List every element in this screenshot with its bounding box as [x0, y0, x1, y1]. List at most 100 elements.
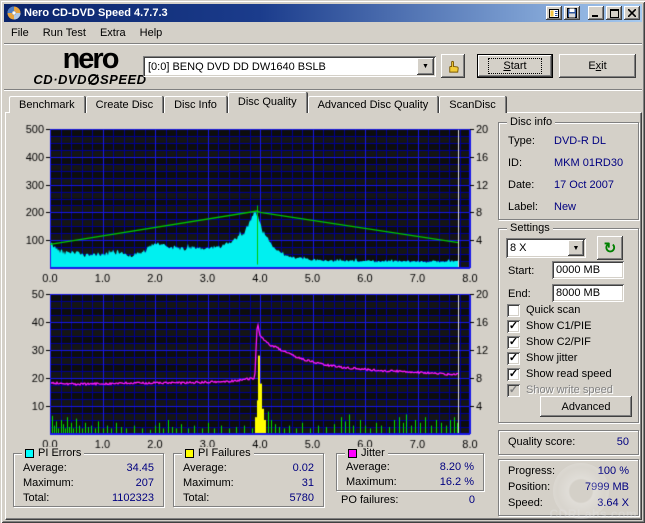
disc-date-label: Date: — [508, 179, 535, 191]
quality-score-row: Quality score: 50 — [508, 436, 629, 448]
show-c2-pif-label: Show C2/PIF — [526, 336, 591, 348]
jitter-maximum-label: Maximum: — [346, 476, 397, 488]
checkbox-quick-scan[interactable]: Quick scan — [507, 303, 580, 317]
refresh-button[interactable]: ↻ — [597, 236, 623, 260]
menu-run-test[interactable]: Run Test — [36, 25, 93, 41]
hand-icon — [448, 60, 459, 73]
jitter-average-value: 8.20 % — [439, 461, 474, 473]
save-icon — [567, 8, 577, 18]
start-field-label: Start: — [508, 265, 535, 277]
jitter-average-row: Average: 8.20 % — [346, 461, 474, 473]
tab-strip: Benchmark Create Disc Disc Info Disc Qua… — [9, 92, 507, 113]
jitter-maximum-row: Maximum: 16.2 % — [346, 476, 474, 488]
scan-speed-select[interactable]: 8 X ▼ — [506, 238, 586, 258]
disc-info-type-row: Type: DVD-R DL — [508, 135, 630, 147]
pi-failures-legend: PI Failures — [182, 447, 254, 459]
eject-tray-button[interactable] — [441, 54, 465, 78]
checkbox-show-c2-pif[interactable]: ✓ Show C2/PIF — [507, 335, 591, 349]
scan-speed-arrow[interactable]: ▼ — [568, 240, 584, 256]
start-button[interactable]: Start — [477, 54, 553, 78]
jitter-average-label: Average: — [346, 461, 390, 473]
show-jitter-label: Show jitter — [526, 352, 578, 364]
quality-score-group: Quality score: 50 — [498, 430, 639, 455]
disc-info-date-row: Date: 17 Oct 2007 — [508, 179, 630, 191]
pi-errors-title: PI Errors — [38, 447, 82, 459]
disc-info-group: Disc info Type: DVD-R DL ID: MKM 01RD30 … — [498, 116, 639, 220]
window-title: Nero CD-DVD Speed 4.7.7.3 — [24, 7, 168, 19]
pi-failures-maximum-row: Maximum: 31 — [183, 477, 314, 489]
checkbox-show-read-speed[interactable]: ✓ Show read speed — [507, 367, 612, 381]
show-write-speed-label: Show write speed — [526, 384, 613, 396]
maximize-button[interactable] — [606, 6, 622, 20]
start-field[interactable] — [552, 261, 624, 279]
drive-select-value: [0:0] BENQ DVD DD DW1640 BSLB — [148, 60, 326, 73]
show-read-speed-checkbox[interactable]: ✓ — [507, 367, 520, 381]
report-button[interactable] — [546, 6, 562, 20]
jitter-title: Jitter — [361, 447, 385, 459]
disc-id-label: ID: — [508, 157, 523, 169]
drive-select-arrow[interactable]: ▼ — [417, 58, 434, 75]
logo-speed: SPEED — [99, 72, 147, 87]
position-label: Position: — [508, 481, 551, 493]
po-failures-label: PO failures: — [341, 494, 399, 506]
checkbox-show-c1-pie[interactable]: ✓ Show C1/PIE — [507, 319, 591, 333]
jitter-maximum-value: 16.2 % — [439, 476, 474, 488]
minimize-button[interactable] — [588, 6, 604, 20]
pi-errors-group: PI Errors Average: 34.45 Maximum: 207 To… — [13, 447, 164, 507]
settings-title: Settings — [507, 222, 553, 234]
pi-failures-total-row: Total: 5780 — [183, 492, 314, 504]
refresh-icon: ↻ — [603, 240, 617, 257]
pi-errors-maximum-value: 207 — [135, 477, 154, 489]
advanced-button-label: Advanced — [561, 400, 611, 413]
scan-speed-value: 8 X — [510, 242, 527, 254]
end-field[interactable] — [552, 284, 624, 302]
pi-errors-total-row: Total: 1102323 — [23, 492, 154, 504]
end-field-label: End: — [508, 288, 531, 300]
progress-label: Progress: — [508, 465, 556, 477]
tab-advanced-disc-quality[interactable]: Advanced Disc Quality — [307, 96, 439, 113]
show-c1-pie-label: Show C1/PIE — [526, 320, 592, 332]
show-c1-pie-checkbox[interactable]: ✓ — [507, 319, 520, 333]
tab-scandisc[interactable]: ScanDisc — [439, 96, 506, 113]
tab-disc-quality[interactable]: Disc Quality — [227, 92, 307, 113]
disc-label-value: New — [554, 201, 577, 213]
pi-errors-swatch — [25, 448, 34, 458]
tab-create-disc[interactable]: Create Disc — [85, 96, 164, 113]
show-write-speed-checkbox: ✓ — [507, 383, 520, 397]
app-window: Nero CD-DVD Speed 4.7.7.3 File Run Test … — [0, 0, 645, 523]
close-button[interactable] — [624, 6, 640, 20]
pi-errors-average-label: Average: — [23, 462, 67, 474]
save-button[interactable] — [564, 6, 580, 20]
show-jitter-checkbox[interactable]: ✓ — [507, 351, 520, 365]
menu-extra[interactable]: Extra — [93, 25, 133, 41]
disc-label-label: Label: — [508, 201, 538, 213]
pi-failures-group: PI Failures Average: 0.02 Maximum: 31 To… — [173, 447, 324, 507]
show-read-speed-label: Show read speed — [526, 368, 612, 380]
tab-disc-info[interactable]: Disc Info — [164, 96, 227, 113]
jitter-swatch — [348, 448, 357, 458]
menu-help[interactable]: Help — [133, 25, 170, 41]
pi-failures-total-value: 5780 — [289, 492, 314, 504]
report-icon — [549, 8, 559, 18]
show-c2-pif-checkbox[interactable]: ✓ — [507, 335, 520, 349]
checkbox-show-jitter[interactable]: ✓ Show jitter — [507, 351, 577, 365]
pi-failures-average-label: Average: — [183, 462, 227, 474]
exit-button[interactable]: Exit — [559, 54, 636, 78]
toolbar-separator — [4, 89, 642, 91]
logo-disc-icon — [87, 74, 99, 85]
disc-type-label: Type: — [508, 135, 535, 147]
advanced-button[interactable]: Advanced — [540, 396, 632, 417]
jitter-group: Jitter Average: 8.20 % Maximum: 16.2 % — [336, 447, 484, 491]
quick-scan-checkbox[interactable] — [507, 303, 520, 317]
pi-failures-title: PI Failures — [198, 447, 251, 459]
pi-failures-maximum-label: Maximum: — [183, 477, 234, 489]
close-icon — [628, 9, 636, 17]
drive-select[interactable]: [0:0] BENQ DVD DD DW1640 BSLB ▼ — [143, 56, 436, 77]
pi-errors-legend: PI Errors — [22, 447, 85, 459]
quick-scan-label: Quick scan — [526, 304, 581, 316]
menu-file[interactable]: File — [4, 25, 36, 41]
pi-failures-maximum-value: 31 — [301, 477, 314, 489]
pi-failures-average-row: Average: 0.02 — [183, 462, 314, 474]
disc-info-label-row: Label: New — [508, 201, 630, 213]
tab-benchmark[interactable]: Benchmark — [9, 96, 85, 113]
